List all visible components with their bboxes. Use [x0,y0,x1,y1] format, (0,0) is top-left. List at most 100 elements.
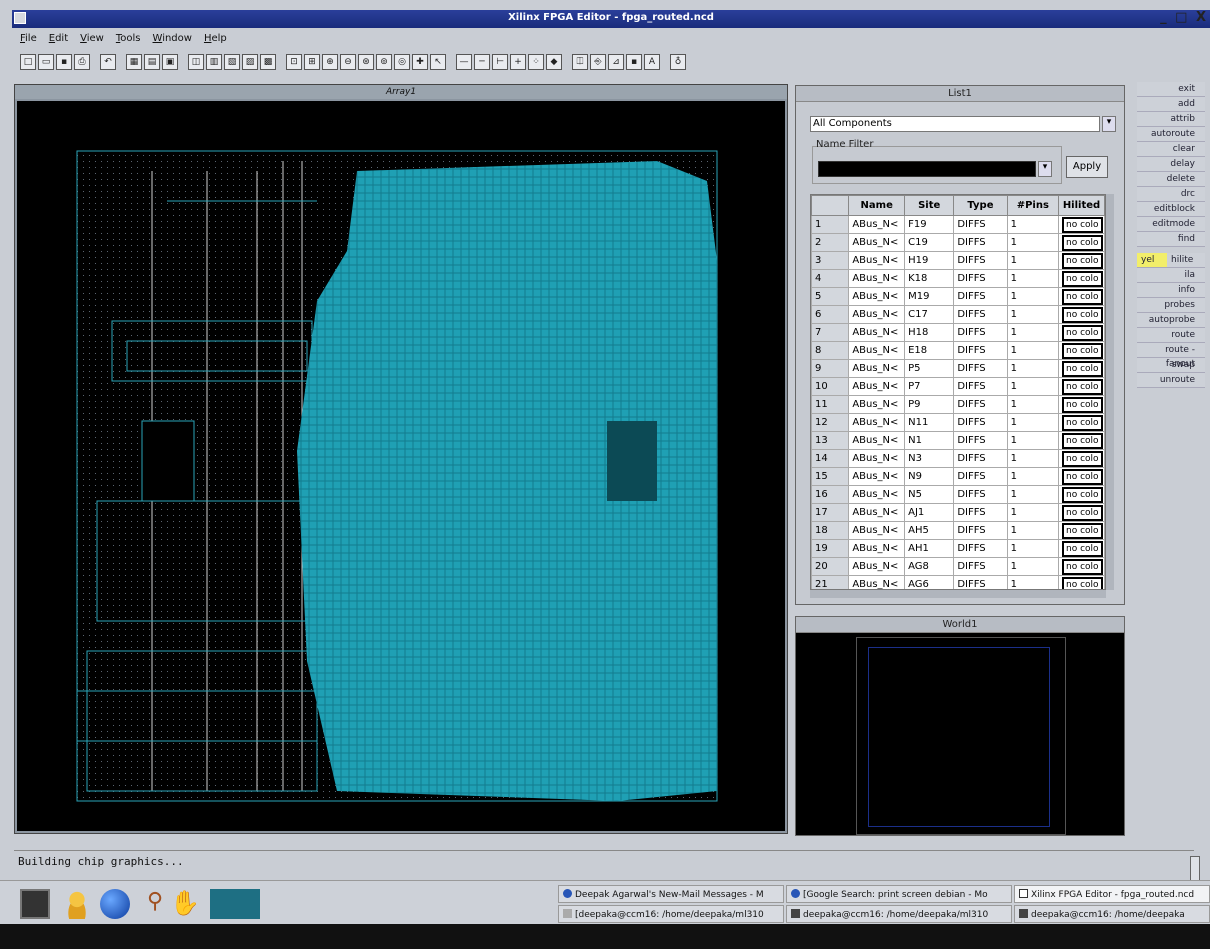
line-tool-icon[interactable]: — [456,54,472,70]
table-row[interactable]: 2 ABus_N< C19 DIFFS 1 no colo [811,233,1105,252]
title-bar[interactable]: Xilinx FPGA Editor - fpga_routed.ncd [12,10,1210,28]
connect-tool-icon[interactable]: ⊢ [492,54,508,70]
list-view-icon[interactable]: ▤ [144,54,160,70]
window-controls[interactable]: _ □ X [1160,10,1208,25]
task-google-search[interactable]: [Google Search: print screen debian - Mo [786,885,1012,903]
column-header-pins[interactable]: #Pins [1006,195,1060,216]
command-info[interactable]: info [1137,283,1205,298]
save-icon[interactable]: ▪ [56,54,72,70]
hline-tool-icon[interactable]: ─ [474,54,490,70]
command-exit[interactable]: exit [1137,82,1205,97]
list-vertical-scrollbar[interactable] [1106,194,1114,590]
task-terminal-3[interactable]: deepaka@ccm16: /home/deepaka [1014,905,1210,923]
console-scrollbar[interactable] [1190,856,1200,882]
command-delete[interactable]: delete [1137,172,1205,187]
command-ila[interactable]: ila [1137,268,1205,283]
apply-button[interactable]: Apply [1066,156,1108,178]
text-icon[interactable]: A [644,54,660,70]
list-window-icon[interactable]: ▥ [206,54,222,70]
cascade-icon[interactable]: ▩ [260,54,276,70]
command-drc[interactable]: drc [1137,187,1205,202]
route-icon[interactable]: ✚ [412,54,428,70]
cell-hilited[interactable]: no colo [1058,575,1105,589]
command-route[interactable]: route [1137,328,1205,343]
chevron-down-icon[interactable]: ▾ [1102,116,1116,132]
grid-view-icon[interactable]: ▦ [126,54,142,70]
layer-icon[interactable]: ⎆ [590,54,606,70]
zoom-box-icon[interactable]: ⊞ [304,54,320,70]
table-row[interactable]: 15 ABus_N< N9 DIFFS 1 no colo [811,467,1105,486]
print-icon[interactable]: ⎙ [74,54,90,70]
table-row[interactable]: 19 ABus_N< AH1 DIFFS 1 no colo [811,539,1105,558]
name-filter-dropdown-icon[interactable]: ▾ [1038,161,1052,177]
command-clear[interactable]: clear [1137,142,1205,157]
table-row[interactable]: 20 ABus_N< AG8 DIFFS 1 no colo [811,557,1105,576]
column-header-index[interactable] [811,195,850,216]
column-header-site[interactable]: Site [904,195,955,216]
gnome-foot-icon[interactable]: ✋ [170,889,200,919]
zoom-select-icon[interactable]: ⊛ [358,54,374,70]
zoom-previous-icon[interactable]: ⊚ [376,54,392,70]
cell-hilited[interactable]: no colo [1058,449,1105,468]
table-row[interactable]: 6 ABus_N< C17 DIFFS 1 no colo [811,305,1105,324]
command-add[interactable]: add [1137,97,1205,112]
cell-hilited[interactable]: no colo [1058,503,1105,522]
table-row[interactable]: 18 ABus_N< AH5 DIFFS 1 no colo [811,521,1105,540]
block-icon[interactable]: ▪ [626,54,642,70]
open-file-icon[interactable]: ▭ [38,54,54,70]
table-row[interactable]: 3 ABus_N< H19 DIFFS 1 no colo [811,251,1105,270]
cell-hilited[interactable]: no colo [1058,251,1105,270]
undo-icon[interactable]: ↶ [100,54,116,70]
table-row[interactable]: 7 ABus_N< H18 DIFFS 1 no colo [811,323,1105,342]
grid-tool-icon[interactable]: ⁘ [528,54,544,70]
column-header-hilited[interactable]: Hilited [1058,195,1105,216]
command-autoroute[interactable]: autoroute [1137,127,1205,142]
menu-view[interactable]: View [80,30,104,48]
command-yel[interactable]: yel [1137,253,1167,268]
user-icon[interactable] [62,889,92,919]
cell-hilited[interactable]: no colo [1058,557,1105,576]
table-row[interactable]: 4 ABus_N< K18 DIFFS 1 no colo [811,269,1105,288]
cell-hilited[interactable]: no colo [1058,359,1105,378]
stats-icon[interactable]: ⊿ [608,54,624,70]
pin-tool-icon[interactable]: + [510,54,526,70]
table-row[interactable]: 9 ABus_N< P5 DIFFS 1 no colo [811,359,1105,378]
cell-hilited[interactable]: no colo [1058,413,1105,432]
command-route-fanout[interactable]: route -fanout [1137,343,1205,369]
table-row[interactable]: 5 ABus_N< M19 DIFFS 1 no colo [811,287,1105,306]
table-row[interactable]: 17 ABus_N< AJ1 DIFFS 1 no colo [811,503,1105,522]
command-probes[interactable]: probes [1137,298,1205,313]
fish-applet-icon[interactable] [210,889,260,919]
component-category-select[interactable]: All Components [810,116,1100,132]
table-row[interactable]: 1 ABus_N< F19 DIFFS 1 no colo [811,215,1105,234]
cell-hilited[interactable]: no colo [1058,377,1105,396]
command-attrib[interactable]: attrib [1137,112,1205,127]
help-cursor-icon[interactable]: ↖ [430,54,446,70]
table-row[interactable]: 14 ABus_N< N3 DIFFS 1 no colo [811,449,1105,468]
zoom-full-icon[interactable]: ⊡ [286,54,302,70]
cell-hilited[interactable]: no colo [1058,323,1105,342]
browser-icon[interactable] [100,889,130,919]
cell-hilited[interactable]: no colo [1058,269,1105,288]
menu-file[interactable]: File [20,30,37,48]
table-row[interactable]: 12 ABus_N< N11 DIFFS 1 no colo [811,413,1105,432]
column-header-name[interactable]: Name [848,195,906,216]
table-row[interactable]: 16 ABus_N< N5 DIFFS 1 no colo [811,485,1105,504]
cell-hilited[interactable]: no colo [1058,341,1105,360]
new-file-icon[interactable]: □ [20,54,36,70]
properties-icon[interactable]: ▣ [162,54,178,70]
redraw-icon[interactable]: ◎ [394,54,410,70]
table-row[interactable]: 11 ABus_N< P9 DIFFS 1 no colo [811,395,1105,414]
terminal-icon[interactable] [20,889,50,919]
cell-hilited[interactable]: no colo [1058,305,1105,324]
cell-hilited[interactable]: no colo [1058,521,1105,540]
task-mail[interactable]: Deepak Agarwal's New-Mail Messages - M [558,885,784,903]
tile-icon[interactable]: ▨ [242,54,258,70]
cell-hilited[interactable]: no colo [1058,539,1105,558]
column-header-type[interactable]: Type [953,195,1008,216]
world-window-icon[interactable]: ▧ [224,54,240,70]
cell-hilited[interactable]: no colo [1058,287,1105,306]
macro-icon[interactable]: ⎅ [572,54,588,70]
task-terminal-2[interactable]: deepaka@ccm16: /home/deepaka/ml310 [786,905,1012,923]
cell-hilited[interactable]: no colo [1058,467,1105,486]
